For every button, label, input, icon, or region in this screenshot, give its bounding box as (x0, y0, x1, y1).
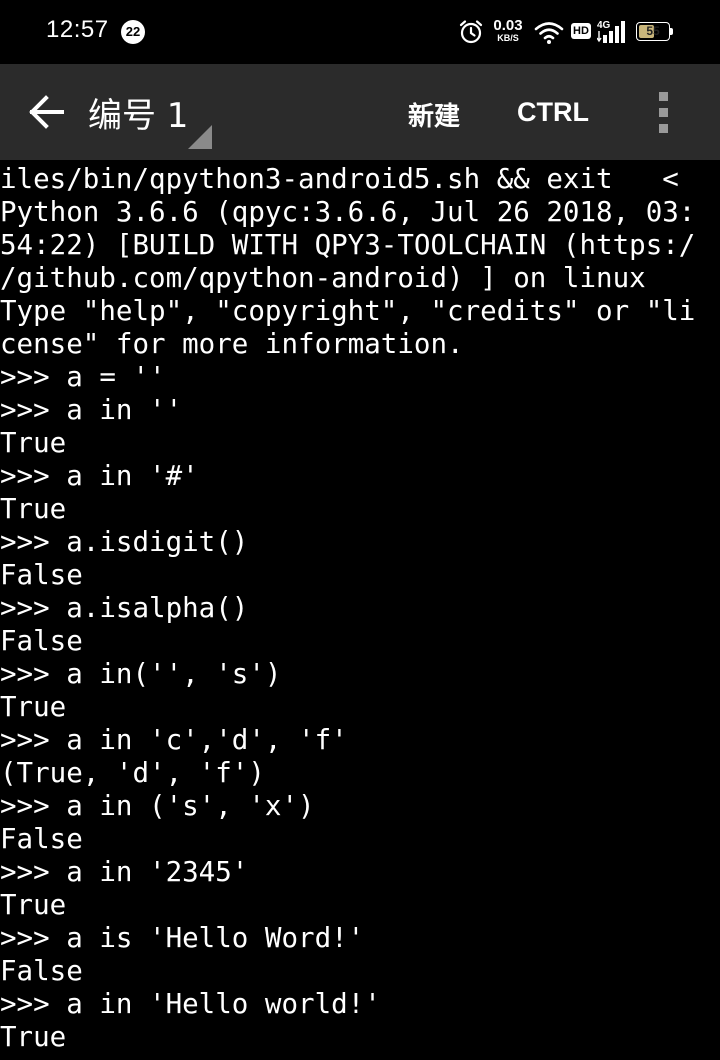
terminal-line: (True, 'd', 'f') (0, 757, 265, 789)
terminal-line: Python 3.6.6 (qpyc:3.6.6, Jul 26 2018, 0… (0, 196, 696, 228)
session-dropdown-icon[interactable] (188, 125, 212, 149)
new-session-button[interactable]: 新建 (408, 96, 460, 133)
terminal-line: False (0, 823, 83, 855)
terminal-line: Type "help", "copyright", "credits" or "… (0, 295, 696, 327)
terminal-line: cense" for more information. (0, 328, 464, 360)
terminal-line: True (0, 427, 67, 459)
battery-level: 55 (646, 24, 660, 38)
terminal-line: >>> a in 'c','d', 'f' (0, 724, 348, 756)
terminal-line: >>> a = '' (0, 361, 166, 393)
network-speed-value: 0.03 (493, 17, 523, 34)
terminal-line: False (0, 625, 83, 657)
terminal-line: >>> a in 'Hello world!' (0, 988, 381, 1020)
alarm-clock-icon (459, 20, 483, 44)
terminal-line: >>> a.isalpha() (0, 592, 249, 624)
hd-voice-icon: HD (571, 23, 591, 39)
status-icons: 0.03 KB/S HD 4G 55 (458, 16, 676, 48)
ctrl-key-button[interactable]: CTRL (517, 97, 589, 128)
session-title[interactable]: 编号 1 (88, 88, 188, 137)
back-arrow-icon[interactable] (22, 92, 70, 132)
status-bar: 12:57 22 0.03 KB/S HD 4G 55 (0, 0, 720, 64)
terminal-line: False (0, 955, 83, 987)
terminal-line: True (0, 493, 67, 525)
terminal-line: 54:22) [BUILD WITH QPY3-TOOLCHAIN (https… (0, 229, 696, 261)
terminal-line: False (0, 559, 83, 591)
terminal-line: >>> a in '#' (0, 460, 199, 492)
cellular-signal-icon: 4G (597, 20, 625, 43)
terminal-line: >>> a in ('s', 'x') (0, 790, 315, 822)
battery-tip (670, 28, 673, 35)
terminal-line: >>> a in('', 's') (0, 658, 282, 690)
terminal-line: True (0, 1021, 67, 1053)
terminal-toolbar: 编号 1 新建 CTRL (0, 64, 720, 160)
terminal-line: >>> a.isdigit() (0, 526, 249, 558)
network-type-label: 4G (597, 20, 611, 31)
network-speed: 0.03 KB/S (490, 18, 526, 44)
notification-count-badge: 22 (121, 20, 145, 44)
network-speed-unit: KB/S (497, 33, 519, 43)
terminal-line: True (0, 889, 67, 921)
wifi-icon (534, 22, 564, 44)
more-options-icon[interactable] (650, 90, 678, 134)
terminal-output[interactable]: iles/bin/qpython3-android5.sh && exit < P… (0, 163, 720, 1060)
status-time: 12:57 (46, 16, 109, 43)
terminal-line: >>> a is 'Hello Word!' (0, 922, 365, 954)
terminal-line: iles/bin/qpython3-android5.sh && exit < (0, 163, 679, 195)
terminal-line: /github.com/qpython-android) ] on linux (0, 262, 646, 294)
terminal-line: >>> a in '2345' (0, 856, 249, 888)
terminal-line: True (0, 691, 67, 723)
terminal-line: >>> a in '' (0, 394, 183, 426)
battery-indicator: 55 (636, 22, 673, 41)
